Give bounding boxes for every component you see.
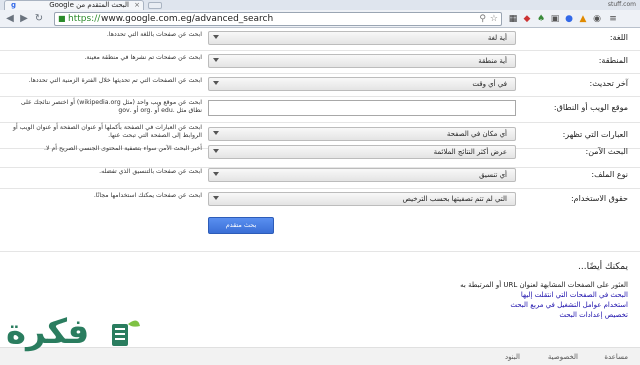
footer-help-link[interactable]: مساعدة [604, 353, 628, 361]
row-hint: ابحث عن صفحات يمكنك استخدامها مجانًا. [93, 192, 202, 199]
also-links: العثور على الصفحات المشابهة لعنوان URL أ… [298, 280, 628, 320]
usage-rights-row: حقوق الاستخدام: التي لم تتم تصفيتها بحسب… [0, 190, 640, 210]
row-hint: ابحث عن صفحات باللغة التي تحددها. [106, 31, 202, 38]
extension-icon[interactable]: ▦ [508, 14, 518, 24]
url-scheme: https:// [68, 14, 101, 24]
url-path: www.google.com.eg/advanced_search [101, 14, 274, 24]
watermark-text: فكرة [6, 312, 90, 352]
close-tab-icon[interactable]: × [134, 1, 140, 10]
select-value: أية منطقة [478, 57, 507, 65]
extension-icon[interactable]: ▲ [578, 14, 588, 24]
divider [0, 73, 640, 74]
row-label: العبارات التي تظهر: [562, 130, 628, 139]
forward-icon[interactable]: ▶ [18, 13, 30, 25]
reload-icon[interactable]: ↻ [33, 13, 45, 25]
link-similar-pages[interactable]: العثور على الصفحات المشابهة لعنوان URL أ… [298, 280, 628, 290]
row-label: موقع الويب أو النطاق: [553, 103, 628, 112]
row-hint: ابحث عن صفحات تم نشرها في منطقة معينة. [84, 54, 202, 61]
address-bar[interactable]: ■ https:// www.google.com.eg/advanced_se… [54, 12, 502, 26]
last-update-select[interactable]: في أي وقت [208, 77, 516, 91]
browser-toolbar: ◀ ▶ ↻ ■ https:// www.google.com.eg/advan… [0, 10, 640, 28]
select-value: التي لم تتم تصفيتها بحسب الترخيص [402, 195, 507, 203]
select-value: في أي وقت [472, 80, 507, 88]
lock-icon: ■ [58, 14, 66, 23]
chevron-down-icon [213, 196, 219, 200]
language-row: اللغة: أية لغة ابحث عن صفحات باللغة التي… [0, 29, 640, 49]
watermark-logo: فكرة [0, 310, 150, 365]
last-update-row: آخر تحديث: في أي وقت ابحث عن الصفحات الت… [0, 75, 640, 95]
book-leaf-icon [112, 320, 140, 346]
chevron-down-icon [213, 172, 219, 176]
chevron-down-icon [213, 131, 219, 135]
safesearch-row: البحث الآمن: عرض أكثر النتائج الملائمة أ… [0, 143, 640, 163]
chevron-down-icon [213, 149, 219, 153]
select-value: أية لغة [487, 34, 507, 42]
footer-privacy-link[interactable]: الخصوصية [548, 353, 578, 361]
row-label: البحث الآمن: [585, 147, 629, 156]
file-type-select[interactable]: أي تنسيق [208, 168, 516, 182]
link-visited-pages[interactable]: البحث في الصفحات التي انتقلت إليها [298, 290, 628, 300]
divider [0, 50, 640, 51]
menu-icon[interactable]: ≡ [608, 14, 618, 24]
tab-strip: g البحث المتقدم من Google × stuff.com [0, 0, 640, 10]
row-hint: ابحث عن موقع ويب واحد (مثل wikipedia.org… [20, 99, 202, 114]
row-label: اللغة: [609, 33, 628, 42]
user-label: stuff.com [607, 1, 636, 8]
language-select[interactable]: أية لغة [208, 31, 516, 45]
usage-rights-select[interactable]: التي لم تتم تصفيتها بحسب الترخيص [208, 192, 516, 206]
terms-appearing-select[interactable]: أي مكان في الصفحة [208, 127, 516, 141]
row-hint: أخبر البحث الآمن سواء بتصفية المحتوى الج… [44, 145, 202, 152]
file-type-row: نوع الملف: أي تنسيق ابحث عن صفحات بالتنس… [0, 166, 640, 186]
extension-icon[interactable]: ◆ [522, 14, 532, 24]
bookmark-star-icon[interactable]: ☆ [490, 14, 498, 25]
row-label: المنطقة: [598, 56, 628, 65]
browser-tab[interactable]: g البحث المتقدم من Google × [4, 0, 144, 10]
chevron-down-icon [213, 81, 219, 85]
region-row: المنطقة: أية منطقة ابحث عن صفحات تم نشره… [0, 52, 640, 72]
select-value: أي تنسيق [479, 171, 507, 179]
link-customize-settings[interactable]: تخصيص إعدادات البحث [298, 310, 628, 320]
chevron-down-icon [213, 35, 219, 39]
extension-icon[interactable]: ♠ [536, 14, 546, 24]
select-value: أي مكان في الصفحة [446, 130, 507, 138]
chevron-down-icon [213, 58, 219, 62]
site-domain-input[interactable] [208, 100, 516, 116]
site-domain-row: موقع الويب أو النطاق: ابحث عن موقع ويب و… [0, 97, 640, 121]
also-title: يمكنك أيضًا... [578, 262, 628, 272]
search-icon[interactable]: ⚲ [479, 14, 486, 25]
divider [0, 188, 640, 189]
link-search-operators[interactable]: استخدام عوامل التشغيل في مربع البحث [298, 300, 628, 310]
row-hint: ابحث عن العبارات في الصفحة بأكملها أو عن… [13, 124, 202, 139]
row-hint: ابحث عن صفحات بالتنسيق الذي تفضله. [99, 168, 202, 175]
tab-title: البحث المتقدم من Google [49, 1, 129, 9]
select-value: عرض أكثر النتائج الملائمة [433, 148, 507, 156]
row-label: آخر تحديث: [589, 79, 629, 88]
row-hint: ابحث عن الصفحات التي تم تحديثها خلال الف… [28, 77, 202, 84]
extension-icon[interactable]: ● [564, 14, 574, 24]
back-icon[interactable]: ◀ [4, 13, 16, 25]
row-label: نوع الملف: [591, 170, 628, 179]
g-icon: g [10, 1, 16, 9]
region-select[interactable]: أية منطقة [208, 54, 516, 68]
new-tab-button[interactable] [148, 2, 162, 9]
safesearch-select[interactable]: عرض أكثر النتائج الملائمة [208, 145, 516, 159]
advanced-search-button[interactable]: بحث متقدم [208, 217, 274, 234]
divider [0, 251, 640, 252]
extension-icon[interactable]: ▣ [550, 14, 560, 24]
row-label: حقوق الاستخدام: [570, 194, 628, 203]
footer-terms-link[interactable]: البنود [505, 353, 520, 361]
extension-icon[interactable]: ◉ [592, 14, 602, 24]
